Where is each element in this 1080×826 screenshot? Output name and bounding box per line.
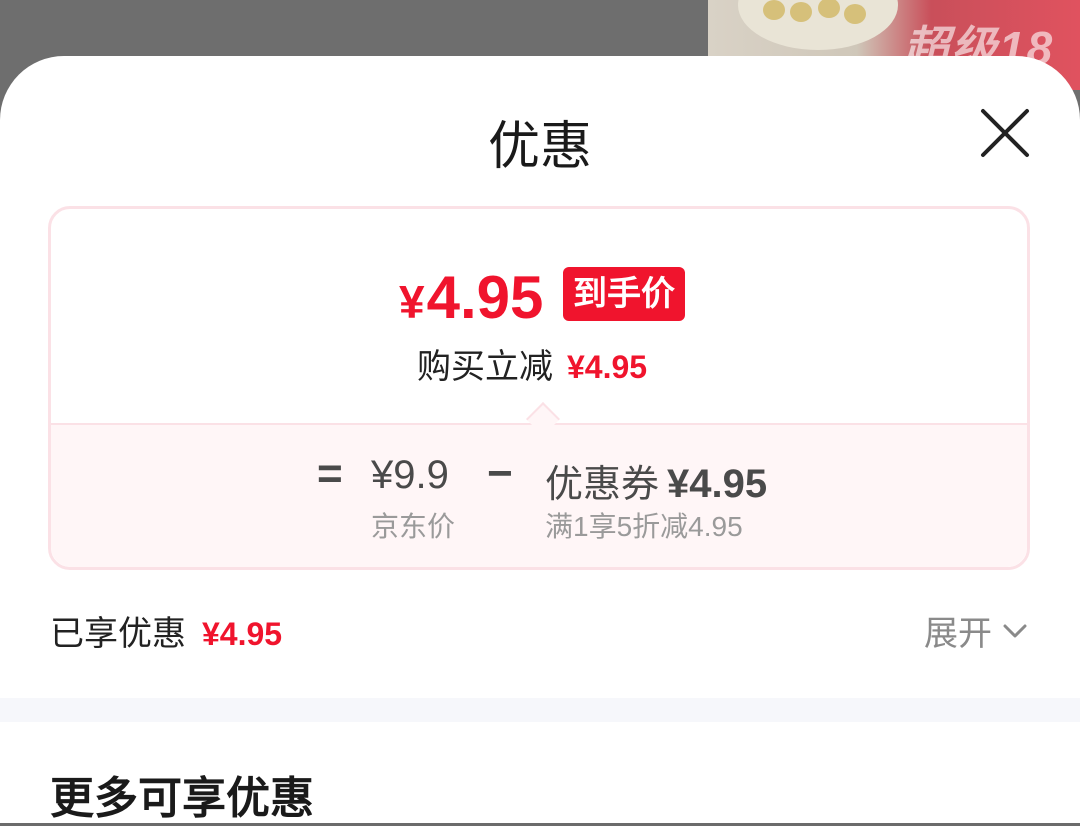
coupon-value: ¥4.95 [667, 462, 768, 506]
coupon-label: 优惠券 [545, 464, 660, 506]
reduction-value: ¥4.95 [567, 349, 648, 385]
coupon-description: 满1享5折减4.95 [545, 511, 743, 542]
jd-price-label: 京东价 [371, 511, 456, 542]
instant-reduction: 购买立减 ¥4.95 [417, 339, 647, 388]
more-discounts-title: 更多可享优惠 [50, 774, 314, 823]
coupon-line: 优惠券 ¥4.95 [545, 453, 767, 508]
reduction-label: 购买立减 [417, 348, 553, 386]
currency-symbol: ¥ [399, 276, 425, 328]
price-summary: ¥ 4.95 到手价 购买立减 ¥4.95 [51, 209, 1027, 423]
price-breakdown-card: ¥ 4.95 到手价 购买立减 ¥4.95 = ¥9.9 京东价 − 优惠券 ¥… [48, 206, 1030, 570]
section-divider [0, 698, 1080, 722]
enjoyed-label: 已享优惠 [50, 615, 186, 653]
chevron-down-icon [1003, 624, 1027, 637]
expand-button[interactable]: 展开 [924, 606, 1028, 655]
close-icon [981, 109, 1029, 157]
enjoyed-value: ¥4.95 [202, 616, 283, 652]
final-price-value: 4.95 [426, 264, 544, 331]
discount-bottom-sheet: 优惠 ¥ 4.95 到手价 购买立减 ¥4.95 = ¥9.9 京东价 − 优惠… [0, 56, 1080, 823]
expand-label: 展开 [924, 615, 992, 653]
close-button[interactable] [978, 106, 1032, 160]
minus-sign: − [487, 449, 513, 498]
enjoyed-discount: 已享优惠 ¥4.95 [50, 606, 282, 655]
sheet-title: 优惠 [487, 118, 592, 176]
equals-sign: = [317, 449, 343, 498]
final-price: ¥ 4.95 [399, 263, 543, 332]
jd-price-value: ¥9.9 [371, 453, 449, 497]
price-formula [51, 423, 1027, 567]
final-price-badge: 到手价 [563, 267, 685, 321]
